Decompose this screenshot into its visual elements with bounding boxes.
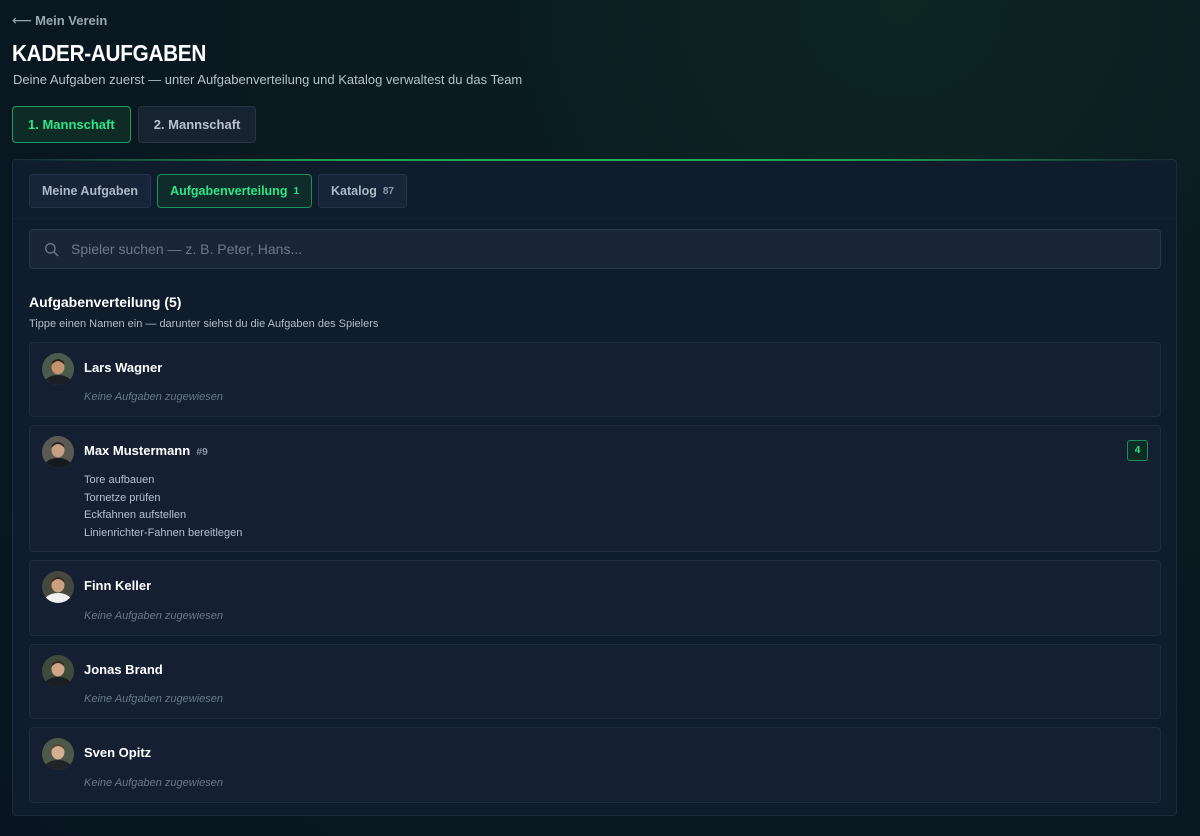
player-name: Finn Keller xyxy=(84,578,151,593)
search-icon xyxy=(44,242,59,256)
no-tasks-text: Keine Aufgaben zugewiesen xyxy=(84,391,224,403)
arrow-left-icon: ⟵ xyxy=(12,12,33,28)
page-title: KADER-AUFGABEN xyxy=(12,40,207,66)
tab-label: Meine Aufgaben xyxy=(42,184,139,198)
section-title: Aufgabenverteilung (5) xyxy=(29,294,182,310)
player-name-text: Lars Wagner xyxy=(84,360,163,375)
task-item: Tornetze prüfen xyxy=(84,491,161,504)
no-tasks-text: Keine Aufgaben zugewiesen xyxy=(84,610,224,622)
team-tabs: 1. Mannschaft 2. Mannschaft xyxy=(12,106,257,143)
tab-meine-aufgaben[interactable]: Meine Aufgaben xyxy=(29,174,152,208)
back-link-label: Mein Verein xyxy=(35,13,108,28)
tab-aufgabenverteilung[interactable]: Aufgabenverteilung 1 xyxy=(157,174,313,208)
avatar xyxy=(42,436,74,468)
player-name-text: Max Mustermann xyxy=(84,443,191,458)
tab-label: Katalog xyxy=(331,184,377,198)
divider xyxy=(13,218,1176,219)
back-link[interactable]: ⟵ Mein Verein xyxy=(12,12,107,29)
no-tasks-text: Keine Aufgaben zugewiesen xyxy=(84,777,224,789)
tab-count-badge: 1 xyxy=(293,185,300,197)
player-card-sven-opitz[interactable]: Sven Opitz Keine Aufgaben zugewiesen xyxy=(29,727,1161,803)
player-name-text: Sven Opitz xyxy=(84,745,152,760)
player-card-lars-wagner[interactable]: Lars Wagner Keine Aufgaben zugewiesen xyxy=(29,342,1161,417)
task-item: Eckfahnen aufstellen xyxy=(84,509,187,521)
search-box[interactable] xyxy=(29,229,1161,269)
task-list: Tore aufbauen Tornetze prüfen Eckfahnen … xyxy=(84,474,242,544)
avatar xyxy=(42,738,74,770)
task-item: Linienrichter-Fahnen bereitlegen xyxy=(84,526,243,539)
player-list: Lars Wagner Keine Aufgaben zugewiesen Ma… xyxy=(29,342,1161,803)
page-subtitle: Deine Aufgaben zuerst — unter Aufgabenve… xyxy=(13,72,523,87)
player-name: Sven Opitz xyxy=(84,745,151,760)
section-hint: Tippe einen Namen ein — darunter siehst … xyxy=(29,318,379,330)
tab-team-2[interactable]: 2. Mannschaft xyxy=(137,106,257,143)
task-count-badge: 4 xyxy=(1127,440,1148,461)
avatar xyxy=(42,353,74,385)
tasks-panel: Meine Aufgaben Aufgabenverteilung 1 Kata… xyxy=(12,159,1177,816)
player-name-text: Jonas Brand xyxy=(84,662,163,677)
player-number: #9 xyxy=(196,446,208,458)
no-tasks-text: Keine Aufgaben zugewiesen xyxy=(84,693,224,705)
player-card-max-mustermann[interactable]: Max Mustermann #9 4 Tore aufbauen Tornet… xyxy=(29,425,1161,552)
tab-count-badge: 87 xyxy=(382,185,394,197)
task-item: Tore aufbauen xyxy=(84,474,155,486)
avatar xyxy=(42,571,74,603)
sub-tabs: Meine Aufgaben Aufgabenverteilung 1 Kata… xyxy=(29,174,407,208)
player-name-text: Finn Keller xyxy=(84,578,152,593)
tab-team-1[interactable]: 1. Mannschaft xyxy=(12,106,131,143)
panel-accent-line xyxy=(13,159,1176,161)
tab-label: Aufgabenverteilung xyxy=(170,184,288,198)
avatar xyxy=(42,655,74,687)
player-card-jonas-brand[interactable]: Jonas Brand Keine Aufgaben zugewiesen xyxy=(29,644,1161,719)
player-name: Max Mustermann #9 xyxy=(84,443,208,458)
player-name: Jonas Brand xyxy=(84,662,163,677)
player-card-finn-keller[interactable]: Finn Keller Keine Aufgaben zugewiesen xyxy=(29,560,1161,636)
search-input[interactable] xyxy=(71,230,1160,268)
player-name: Lars Wagner xyxy=(84,360,162,375)
tab-katalog[interactable]: Katalog 87 xyxy=(318,174,407,208)
